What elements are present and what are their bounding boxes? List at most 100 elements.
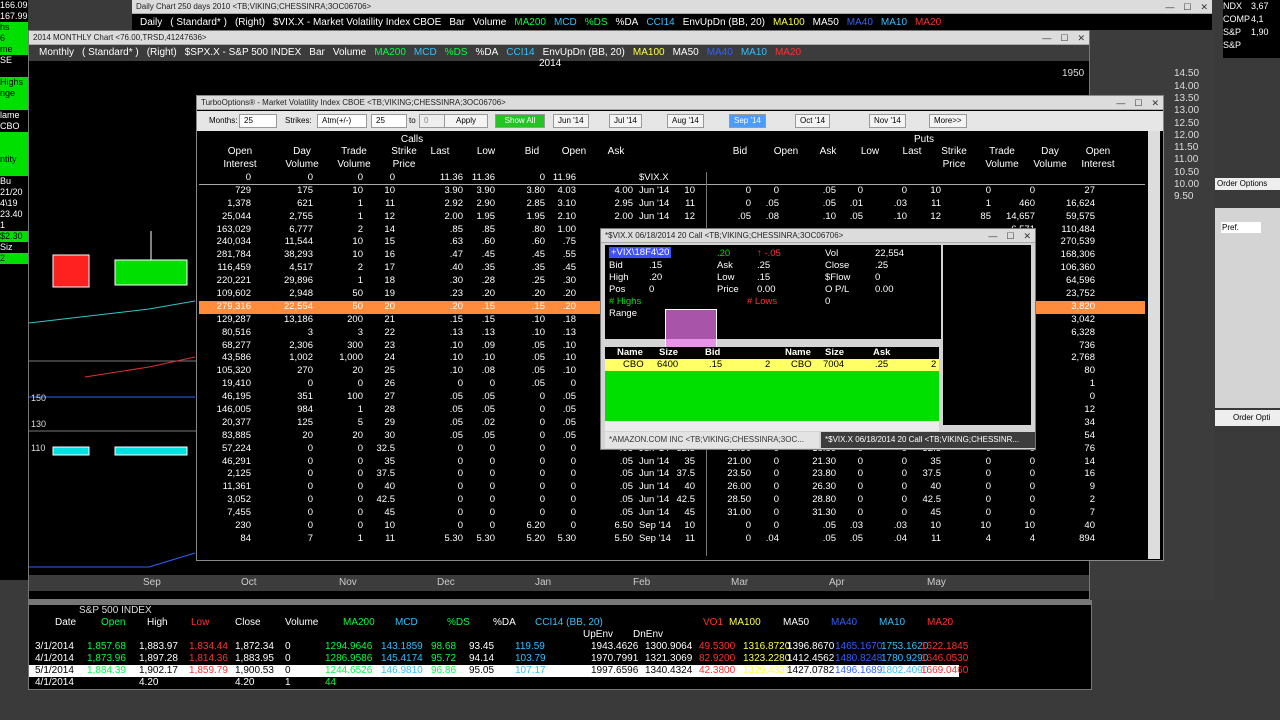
indicator-col: Close	[235, 617, 261, 628]
minimize-icon[interactable]: —	[1042, 33, 1051, 43]
month-tab[interactable]: Nov '14	[869, 114, 906, 128]
options-titlebar[interactable]: TurboOptions® - Market Volatility Index …	[197, 96, 1163, 110]
header-item: MA200	[514, 17, 546, 28]
ask-scrollbar[interactable]	[773, 421, 939, 431]
table-cell: 9	[1089, 481, 1095, 493]
pref-field[interactable]: Pref.	[1221, 222, 1261, 233]
table-cell: 0	[773, 520, 779, 532]
month-tab[interactable]: Oct '14	[795, 114, 831, 128]
table-row[interactable]: 7,455 0 0 45 0 0 0 0.05 Jun '14 45 31.00 0 31.30 0 0 45…	[199, 507, 1145, 520]
daily-chart-titlebar[interactable]: Daily Chart 250 days 2010 <TB;VIKING;CHE…	[132, 0, 1212, 14]
table-row[interactable]: 1,378 621 1 11 2.92 2.90 2.85 3.10 2.95 Jun '14 11…	[199, 198, 1145, 211]
table-cell: 0	[1089, 391, 1095, 403]
table-cell: 4	[1029, 532, 1035, 544]
tab-amazon[interactable]: *AMAZON.COM INC <TB;VIKING;CHESSINRA;3OC…	[605, 432, 819, 448]
ask-level2[interactable]: Name Size Ask CBO 7004.25 2	[773, 347, 939, 421]
maximize-icon[interactable]: ☐	[1134, 98, 1142, 108]
symbol-field[interactable]: +VIX\18F4\20	[609, 247, 672, 258]
table-row[interactable]: 3,052 0 0 42.5 0 0 0 0.05 Jun '14 42.5 28.50 0 28.80…	[199, 494, 1145, 507]
minimize-icon[interactable]: —	[988, 231, 997, 241]
daily-chart-window: Daily Chart 250 days 2010 <TB;VIKING;CHE…	[132, 0, 1212, 30]
detail-title: *$VIX.X 06/18/2014 20 Call <TB;VIKING;CH…	[605, 231, 844, 240]
detail-titlebar[interactable]: *$VIX.X 06/18/2014 20 Call <TB;VIKING;CH…	[601, 229, 1035, 243]
column-header: Ask	[607, 146, 625, 157]
table-row[interactable]: 46,291 0 0 35 0 0 0 0.05 Jun '14 35 21.00 0 21.30 0 0 3…	[199, 456, 1145, 469]
table-cell: .05	[619, 468, 633, 480]
options-scrollbar[interactable]	[1148, 131, 1160, 559]
header-item: $VIX.X - Market Volatility Index CBOE	[272, 17, 442, 28]
table-cell: 11	[931, 197, 941, 209]
indicator-cell: 1997.6596	[591, 665, 639, 676]
table-cell: 0	[570, 481, 576, 493]
high-label: High	[609, 272, 629, 283]
indicator-row[interactable]: 5/1/2014 1,884.39 1,902.17 1,859.79 1,900.53…	[29, 665, 968, 677]
table-cell: .10	[481, 352, 495, 364]
months-input[interactable]: 25	[239, 114, 277, 128]
month-tab[interactable]: Jul '14	[609, 114, 642, 128]
strikes-input[interactable]: 25	[371, 114, 407, 128]
table-row[interactable]: 2,125 0 0 37.5 0 0 0 0.05 Jun '14 37.5 23.50 0 23.80…	[199, 468, 1145, 481]
minimize-icon[interactable]: —	[1165, 2, 1174, 12]
header-item: EnvUpDn (BB, 20)	[542, 47, 625, 58]
quote-value: 4,1	[1251, 14, 1264, 24]
close-icon[interactable]: ✕	[1151, 98, 1159, 108]
month-tab[interactable]: Jun '14	[553, 114, 589, 128]
order-options-tab[interactable]: Order Opti	[1215, 410, 1280, 426]
indicator-cell: 1412.4562	[787, 653, 835, 664]
table-row[interactable]: 729 175 10 10 3.90 3.90 3.80 4.03 4.00 Jun '14 10 0…	[199, 185, 1145, 198]
maximize-icon[interactable]: ☐	[1060, 33, 1068, 43]
indicator-sub: DnEnv	[633, 629, 664, 640]
indicator-cell: 49.5300	[699, 641, 736, 652]
bid-scrollbar[interactable]	[605, 421, 773, 431]
close-icon[interactable]: ✕	[1023, 231, 1031, 241]
minimize-icon[interactable]: —	[1116, 98, 1125, 108]
table-cell: .02	[481, 416, 495, 428]
to-input[interactable]: 0	[419, 114, 445, 128]
column-header: Bid	[732, 146, 748, 157]
table-cell: 10	[930, 184, 941, 196]
monthly-chart-titlebar[interactable]: 2014 MONTHLY Chart <76.00,TRSD,41247636>…	[29, 31, 1089, 45]
header-item: ( Standard* )	[170, 17, 227, 28]
strikes-select[interactable]: Atm(+/-)	[317, 114, 367, 128]
table-cell: 11,361	[222, 481, 251, 493]
month-tab[interactable]: More>>	[929, 114, 967, 128]
table-row[interactable]: 11,361 0 0 40 0 0 0 0.05 Jun '14 40 26.00 0 26.30 0 0 4…	[199, 481, 1145, 494]
month-label: Feb	[633, 577, 651, 588]
table-cell: 729	[235, 184, 251, 196]
show-all-button[interactable]: Show All	[495, 114, 545, 128]
net-change: ↑ -.05	[757, 248, 781, 259]
table-cell: 42.5	[676, 494, 696, 506]
header-item: (Right)	[234, 17, 265, 28]
close-icon[interactable]: ✕	[1200, 2, 1208, 12]
table-cell: 10	[384, 184, 395, 196]
month-tab[interactable]: Sep '14	[729, 114, 766, 128]
table-row[interactable]: 25,044 2,755 1 12 2.00 1.95 1.95 2.10 2.00 Jun '1…	[199, 211, 1145, 224]
table-cell: 11	[385, 532, 395, 544]
apply-button[interactable]: Apply	[444, 114, 488, 128]
table-cell: 27	[1084, 184, 1095, 196]
bid-level2[interactable]: Name Size Bid CBO 6400.15 2	[605, 347, 773, 421]
table-cell: 40	[384, 481, 395, 493]
close-icon[interactable]: ✕	[1077, 33, 1085, 43]
table-cell: 0	[773, 494, 779, 506]
indicator-row[interactable]: 3/1/2014 1,857.68 1,883.97 1,834.44 1,872.34…	[29, 641, 968, 653]
table-row[interactable]: 84 7 1 11 5.30 5.30 5.20 5.30 5.50 Sep '14 11 0.04.…	[199, 533, 1145, 546]
left-strip-cell: 23.40	[0, 209, 23, 219]
table-row[interactable]: 230 0 0 10 0 0 6.20 0 6.50 Sep '14 10 0 0.05.03.03 10…	[199, 520, 1145, 533]
scale-label: 130	[31, 419, 46, 429]
table-cell: 2.10	[557, 210, 577, 222]
month-tab[interactable]: Aug '14	[667, 114, 704, 128]
indicator-cell: 1669.0460	[921, 665, 969, 676]
table-row[interactable]: 0 0 0 0 11.36 11.36 0 11.96 $VIX.X	[199, 172, 1145, 185]
header-item: MA40	[706, 47, 733, 58]
indicator-row[interactable]: 4/1/2014 4.20 4.20 1 44	[29, 677, 959, 689]
maximize-icon[interactable]: ☐	[1183, 2, 1191, 12]
table-cell: 24	[384, 352, 395, 364]
maximize-icon[interactable]: ☐	[1006, 231, 1014, 241]
tab-vix-call[interactable]: *$VIX.X 06/18/2014 20 Call <TB;VIKING;CH…	[821, 432, 1035, 448]
table-cell: 0	[1029, 494, 1035, 506]
indicator-cell: 107.17	[515, 665, 546, 676]
left-strip-cell: Siz	[0, 242, 13, 252]
header-item: CCI14	[646, 17, 675, 28]
indicator-row[interactable]: 4/1/2014 1,873.96 1,897.28 1,814.36 1,883.95…	[29, 653, 968, 665]
